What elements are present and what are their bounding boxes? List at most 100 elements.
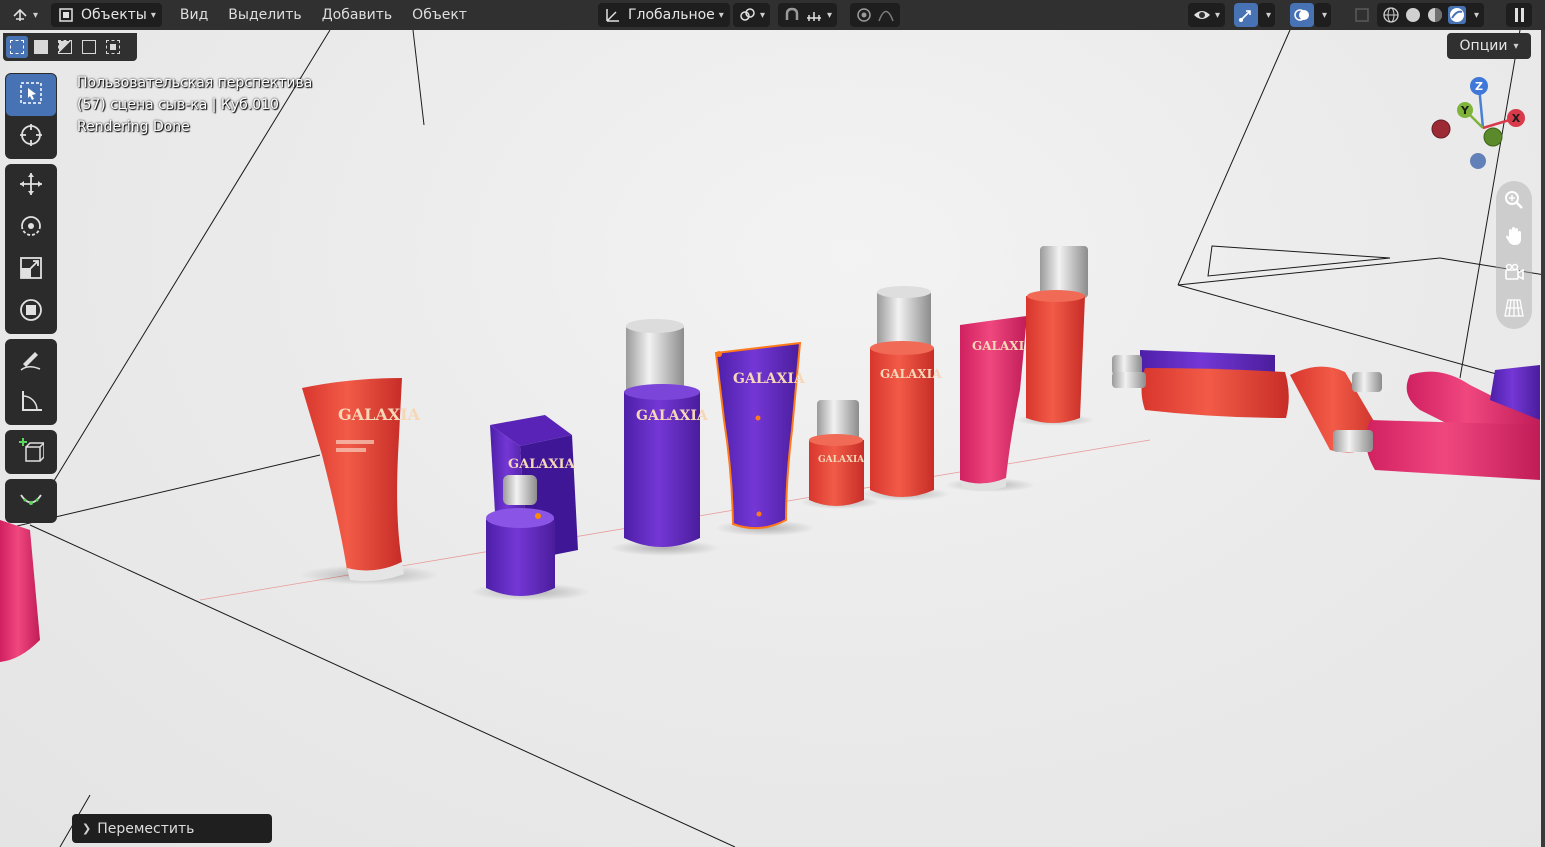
select-difference-icon: [82, 40, 96, 54]
pan-button[interactable]: [1499, 220, 1529, 256]
select-new-button[interactable]: [6, 36, 28, 58]
move-tool[interactable]: [6, 165, 56, 207]
transform-orientation-select[interactable]: Глобальное ▾: [598, 3, 730, 27]
chevron-down-icon: ▾: [1322, 9, 1328, 21]
select-difference-button[interactable]: [78, 36, 100, 58]
select-intersect-button[interactable]: [102, 36, 124, 58]
chevron-down-icon: ▾: [1266, 9, 1272, 21]
tool-group-annotate: [5, 339, 57, 425]
svg-text:GALAXIA: GALAXIA: [818, 455, 865, 465]
add-cube-icon: [18, 437, 45, 467]
proportional-edit-toggle[interactable]: [850, 3, 900, 27]
mode-select[interactable]: Объекты ▾: [51, 3, 162, 27]
perspective-toggle-button[interactable]: [1499, 292, 1529, 328]
viewport-header: ▾ Объекты ▾ Вид Выделить Добавить Объект…: [0, 0, 1545, 30]
zoom-magnifier-icon: [1503, 189, 1525, 215]
hand-icon: [1503, 225, 1525, 251]
svg-text:GALAXIA: GALAXIA: [972, 339, 1034, 353]
tool-group-extra: [5, 479, 57, 523]
blender-window: GALAXIA GALAXIA GALAXIA GALAXIA GALAXIA …: [0, 0, 1545, 847]
falloff-curve-icon: [877, 6, 895, 24]
gizmo-icon: [1237, 6, 1255, 24]
material-preview-icon[interactable]: [1426, 6, 1444, 24]
menu-add[interactable]: Добавить: [312, 7, 402, 23]
visibility-select[interactable]: ▾: [1188, 3, 1226, 27]
select-extend-button[interactable]: [30, 36, 52, 58]
ruler-icon: [18, 388, 44, 418]
snap-toggle[interactable]: ▾: [778, 3, 838, 27]
chevron-down-icon: ▾: [718, 9, 724, 21]
overlay-toggle-group: ▾: [1290, 3, 1332, 27]
zoom-button[interactable]: [1499, 184, 1529, 220]
snap-magnet-icon: [783, 6, 801, 24]
selection-mode-bar: [3, 33, 137, 61]
move-arrows-icon: [18, 171, 44, 201]
orientation-label: Глобальное: [628, 7, 715, 23]
xray-icon: [1353, 6, 1371, 24]
menu-view[interactable]: Вид: [170, 7, 218, 23]
pivot-point-select[interactable]: ▾: [733, 3, 771, 27]
render-status-text: Rendering Done: [77, 119, 190, 135]
gizmo-toggle[interactable]: [1234, 3, 1258, 27]
gizmo-x-label: X: [1512, 112, 1521, 125]
select-extend-icon: [34, 40, 48, 54]
product-red-bottle-back: [1026, 246, 1088, 423]
tool-group-transform: [5, 164, 57, 334]
camera-icon: [1503, 261, 1525, 287]
tool-group-select: [5, 73, 57, 159]
select-subtract-icon: [58, 40, 72, 54]
viewport-info: Пользовательская перспектива (57) сцена …: [77, 72, 312, 138]
chevron-down-icon: ▾: [1513, 40, 1519, 52]
shrink-fatten-tool[interactable]: [6, 480, 56, 522]
product-pink-tube: GALAXIA: [960, 316, 1034, 491]
rotate-tool[interactable]: [6, 207, 56, 249]
overlay-toggle[interactable]: [1290, 3, 1314, 27]
rendered-shading-icon[interactable]: [1448, 6, 1466, 24]
grid-perspective-icon: [1503, 297, 1525, 323]
proportional-edit-icon: [855, 6, 873, 24]
cursor-tool[interactable]: [6, 116, 56, 158]
svg-text:GALAXIA: GALAXIA: [880, 367, 942, 381]
select-subtract-button[interactable]: [54, 36, 76, 58]
options-dropdown[interactable]: Опции ▾: [1447, 33, 1531, 59]
menu-object[interactable]: Объект: [402, 7, 477, 23]
orientation-axes-icon: [604, 6, 622, 24]
add-cube-tool[interactable]: [6, 431, 56, 473]
last-operator-panel[interactable]: ❯ Переместить: [72, 814, 272, 843]
pause-render-button[interactable]: [1506, 3, 1532, 27]
editor-type-icon: [11, 6, 29, 24]
product-red-tube: GALAXIA: [302, 378, 421, 582]
solid-shading-icon[interactable]: [1404, 6, 1422, 24]
menu-select[interactable]: Выделить: [218, 7, 311, 23]
gizmo-dropdown[interactable]: ▾: [1258, 3, 1276, 27]
select-new-icon: [10, 40, 24, 54]
shading-mode-group: ▾: [1377, 3, 1485, 27]
object-info-text: (57) сцена сыв-ка | Куб.010: [77, 97, 279, 113]
svg-text:GALAXIA: GALAXIA: [733, 371, 806, 387]
eye-icon: [1193, 6, 1211, 24]
operator-label: Переместить: [97, 820, 195, 837]
navigation-gizmo[interactable]: Z Y X: [1425, 76, 1535, 176]
editor-type-button[interactable]: ▾: [6, 3, 43, 27]
overlay-icon: [1293, 6, 1311, 24]
select-intersect-icon: [106, 40, 120, 54]
wireframe-shading-icon[interactable]: [1382, 6, 1400, 24]
measure-tool[interactable]: [6, 382, 56, 424]
view-name-text: Пользовательская перспектива: [77, 75, 313, 91]
transform-tool[interactable]: [6, 291, 56, 333]
chevron-down-icon[interactable]: ▾: [1474, 10, 1479, 21]
svg-text:GALAXIA: GALAXIA: [338, 405, 421, 424]
pivot-point-icon: [738, 6, 756, 24]
gizmo-z-label: Z: [1475, 80, 1483, 93]
rotate-icon: [18, 213, 44, 243]
object-mode-icon: [57, 6, 75, 24]
scale-tool[interactable]: [6, 249, 56, 291]
gizmo-y-label: Y: [1460, 104, 1470, 117]
select-box-tool[interactable]: [6, 74, 56, 116]
tool-group-add: [5, 430, 57, 474]
annotate-tool[interactable]: [6, 340, 56, 382]
select-box-icon: [18, 80, 44, 110]
overlay-dropdown[interactable]: ▾: [1314, 3, 1332, 27]
camera-view-button[interactable]: [1499, 256, 1529, 292]
xray-toggle[interactable]: [1348, 3, 1376, 27]
